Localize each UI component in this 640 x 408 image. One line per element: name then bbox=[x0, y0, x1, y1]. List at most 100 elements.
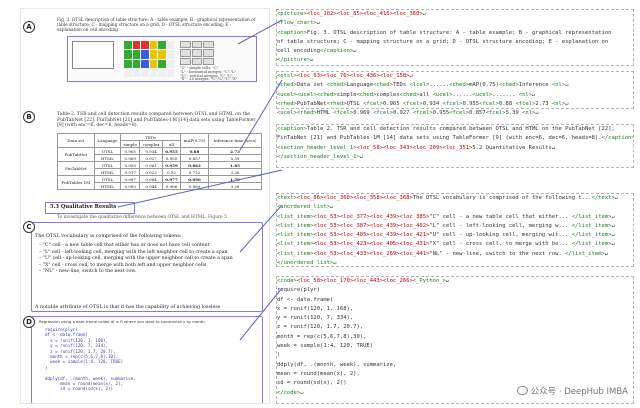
doctag-token: <ched> bbox=[356, 91, 377, 98]
doctag-token: </picture> bbox=[277, 57, 311, 64]
content-text: ↵ bbox=[611, 241, 615, 248]
content-text: simple bbox=[336, 91, 357, 98]
doctags-line: <ched>Data set <ched>Language<ched>TEDs … bbox=[277, 81, 633, 90]
doctag-token: <fcel> bbox=[515, 100, 536, 107]
content-text: of table structure; C - mapping structur… bbox=[277, 38, 609, 45]
table-subheader-cell: simple bbox=[120, 140, 141, 148]
otsl-color-grid bbox=[124, 41, 174, 77]
content-text: ↵ bbox=[532, 91, 536, 98]
table-cell: 0.944 bbox=[139, 182, 164, 190]
content-text: ↵ bbox=[329, 204, 334, 211]
doctag-token: <caption> bbox=[277, 126, 307, 132]
table-cell: 0.959 bbox=[162, 161, 181, 169]
table-row: PubTables-1M OTSL 0.987 0.964 0.977 0.896 1.79 bbox=[57, 175, 262, 190]
content-text: ↵ bbox=[300, 389, 304, 396]
section-header: 5.3 Qualitative Results bbox=[45, 202, 135, 214]
doctag-token: <fcel> bbox=[449, 110, 470, 117]
table-example-thumbnail bbox=[72, 41, 114, 69]
doctags-line: </section_header_level_1>↵ bbox=[277, 153, 633, 162]
content-text: z = runif(120, 1.7, 20.7), bbox=[277, 324, 364, 331]
doctags-line: ) bbox=[277, 351, 633, 360]
badge-b: B bbox=[23, 111, 35, 123]
content-text: "L" cell - left-looking cell, merging w.… bbox=[429, 222, 572, 229]
doctags-line: x = runif(120, 1, 168), bbox=[277, 305, 633, 314]
doctags-line: df <- data.frame( bbox=[277, 296, 633, 305]
content-text: TEDs bbox=[392, 82, 410, 89]
doctag-token: <ched> bbox=[449, 82, 470, 89]
doctag-token: </text> bbox=[591, 195, 615, 201]
table-cell: 2.73 bbox=[208, 147, 262, 155]
table-header-cell: TEDs bbox=[120, 133, 181, 141]
content-text: OTSL bbox=[346, 100, 364, 107]
doctags-line: <otsl><loc_63><loc_76><loc_436><loc_158>… bbox=[277, 72, 633, 81]
location-token: <loc_53><loc_387><loc_439><loc_402> bbox=[313, 222, 430, 229]
table-cell: 0.955 bbox=[162, 147, 181, 155]
doctags-line: mean = round(mean(x), 2), bbox=[277, 370, 633, 379]
content-text: ddply(df, .(month, week), summarize, bbox=[277, 361, 397, 368]
table-cell: HTML bbox=[93, 154, 122, 162]
doctag-token: </list_item> bbox=[571, 232, 612, 239]
content-text: ↵ bbox=[535, 110, 539, 117]
doctags-line: <text><loc_66><loc_360><loc_358><loc_368… bbox=[277, 194, 633, 203]
table-cell: OTSL bbox=[93, 175, 122, 183]
doctag-token: <list_item> bbox=[277, 232, 314, 239]
table-header-cell: Inference time (secs) bbox=[208, 133, 262, 148]
content-text: mAP(0.75) bbox=[469, 82, 499, 89]
content-text: ↵ bbox=[611, 232, 615, 239]
content-text: require(plyr) bbox=[277, 287, 321, 294]
badge-a: A bbox=[23, 21, 35, 33]
content-text: ↵ bbox=[611, 222, 615, 229]
table-cell: 0.987 bbox=[120, 175, 141, 183]
content-text: ↵ bbox=[614, 195, 619, 201]
content-text: Data set bbox=[296, 82, 327, 89]
doctag-token: <ucel><ucel><ched> bbox=[277, 91, 337, 98]
doctag-token: <ched> bbox=[326, 82, 347, 89]
doctag-token: <ched> bbox=[277, 82, 297, 89]
content-text: ...... bbox=[429, 82, 450, 89]
table-row: FinTabNet OTSL 0.955 0.961 0.959 0.862 1.85 bbox=[57, 161, 262, 176]
doctags-list-block: <text><loc_66><loc_360><loc_358><loc_368… bbox=[276, 193, 634, 267]
content-text: ↵ bbox=[604, 250, 609, 257]
doctags-line: <code><loc_58><loc_170><loc_443><loc_266… bbox=[277, 277, 633, 286]
content-text: month = rep(c(5,6,7,8),30), bbox=[277, 333, 367, 340]
doctag-token: <list_item> bbox=[277, 213, 314, 220]
location-token: <loc_53><loc_377><loc_439><loc_385> bbox=[313, 213, 430, 220]
doctag-token: <ched> bbox=[498, 82, 519, 89]
otsl-token-grid bbox=[180, 41, 214, 65]
doctag-token: <fcel> bbox=[479, 100, 499, 107]
doctag-token: </list_item> bbox=[571, 241, 612, 248]
doctags-line: <ucel><rhed>HTML <fcel>0.969 <fcel>0.927… bbox=[277, 109, 633, 118]
table-cell: HTML bbox=[93, 168, 122, 176]
doctags-line: <section_header_level_1><loc_58><loc_343… bbox=[277, 144, 633, 153]
doctag-token: <caption> bbox=[277, 29, 307, 36]
doctag-token: <otsl> bbox=[277, 73, 297, 79]
doctag-token: <ched> bbox=[399, 91, 420, 98]
content-text: 0.934 bbox=[422, 100, 443, 107]
content-text: HTML bbox=[316, 110, 334, 117]
content-text: 0.955 bbox=[462, 100, 480, 107]
table-cell: 0.964 bbox=[139, 175, 164, 183]
doctags-caption-header-block: <caption>Table 2. TSR and cell detection… bbox=[276, 124, 634, 168]
content-text: 0.88 bbox=[498, 100, 516, 107]
doctags-line: cell encoding</caption>↵ bbox=[277, 47, 633, 56]
list-item: "U" cell - up-looking cell, merging with… bbox=[39, 256, 261, 263]
doctags-line: <list_item><loc_53><loc_433><loc_269><lo… bbox=[277, 250, 633, 259]
doctag-token: <rhed> bbox=[277, 100, 297, 107]
doctags-line: </picture>↵ bbox=[277, 56, 633, 65]
badge-c: C bbox=[23, 221, 35, 233]
table-cell: 0.966 bbox=[162, 182, 181, 190]
table-cell: 0.961 bbox=[139, 161, 164, 169]
table-caption: Table 2. TSR and cell detection results … bbox=[57, 112, 256, 129]
content-text: "X" cell - cross cell, to merge with bo.… bbox=[429, 241, 572, 248]
doctag-token: <fcel> bbox=[333, 110, 354, 117]
doctag-token: <fcel> bbox=[363, 100, 383, 107]
table-cell: 0.862 bbox=[179, 161, 210, 169]
table-cell: OTSL bbox=[93, 147, 122, 155]
table-cell: 0.977 bbox=[162, 175, 181, 183]
table-cell: 0.92 bbox=[162, 168, 181, 176]
location-token: <loc_58><loc_170><loc_443><loc_266> bbox=[296, 278, 413, 284]
doctags-line: <list_item><loc_53><loc_377><loc_439><lo… bbox=[277, 213, 633, 222]
doctag-token: <flow_chart> bbox=[277, 20, 317, 27]
content-text: 0.927 bbox=[392, 110, 413, 117]
content-text: ↵ bbox=[310, 57, 314, 64]
